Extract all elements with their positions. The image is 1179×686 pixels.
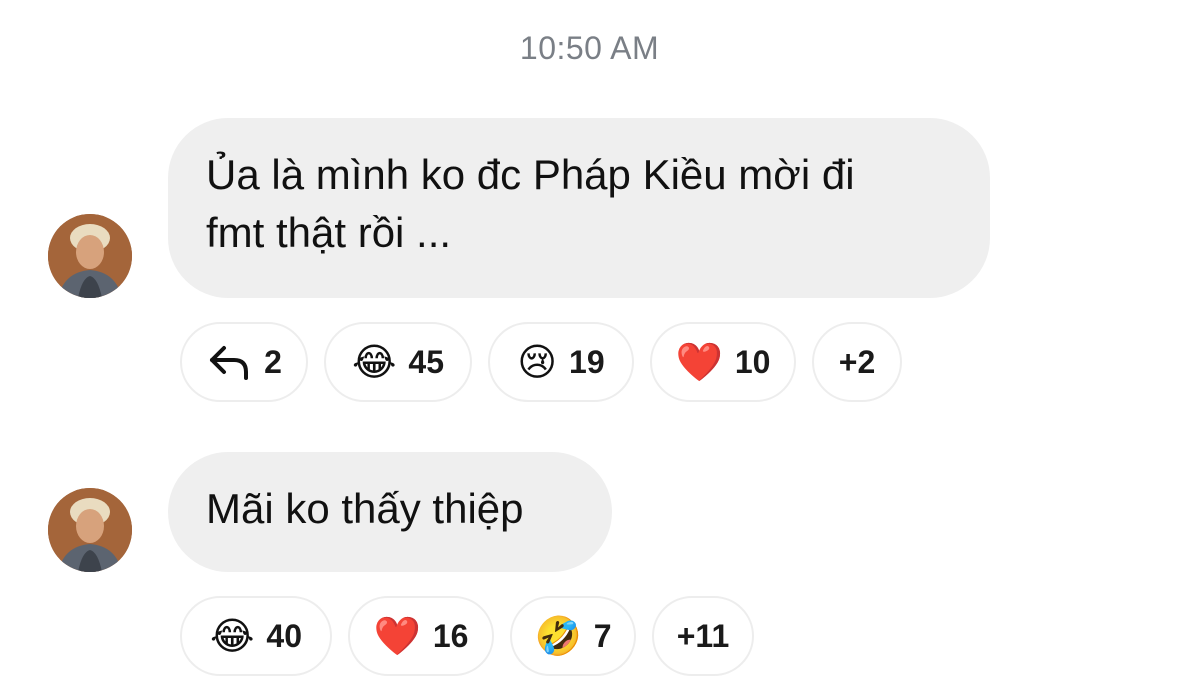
reaction-count: 10	[734, 343, 771, 380]
face-with-tears-of-joy-icon: 😂	[210, 614, 255, 658]
rolling-on-floor-laughing-icon: 🤣	[534, 614, 582, 658]
message-bubble[interactable]: Mãi ko thấy thiệp	[168, 452, 612, 572]
reply-button[interactable]: 2	[180, 322, 308, 402]
reaction-chip[interactable]: 😂 40	[180, 596, 332, 676]
reaction-chip[interactable]: ❤️ 16	[348, 596, 494, 676]
reaction-count: 16	[432, 617, 469, 654]
sender-avatar[interactable]	[48, 214, 132, 298]
message-text-line: Ủa là mình ko đc Pháp Kiều mời đi	[206, 151, 855, 198]
avatar-image	[48, 214, 132, 298]
reply-count: 2	[264, 343, 282, 380]
more-reactions-button[interactable]: +11	[652, 596, 754, 676]
red-heart-icon: ❤️	[675, 340, 723, 384]
face-with-tears-of-joy-icon: 😂	[352, 340, 397, 384]
red-heart-icon: ❤️	[373, 614, 421, 658]
message-bubble[interactable]: Ủa là mình ko đc Pháp Kiều mời đi fmt th…	[168, 118, 990, 298]
reaction-count: 19	[569, 343, 605, 380]
message-timestamp: 10:50 AM	[519, 30, 660, 66]
reply-arrow-icon	[206, 342, 252, 382]
reaction-chip[interactable]: ❤️ 10	[650, 322, 796, 402]
reaction-count: 7	[593, 617, 612, 654]
more-reactions-button[interactable]: +2	[812, 322, 902, 402]
more-reactions-count: +11	[676, 617, 730, 654]
more-reactions-count: +2	[838, 343, 876, 380]
message-text-line: Mãi ko thấy thiệp	[206, 485, 524, 532]
reaction-bar: 2 😂 45 😢 19 ❤️ 10 +2	[180, 322, 902, 402]
reaction-count: 40	[266, 617, 302, 654]
sender-avatar[interactable]	[48, 488, 132, 572]
reaction-chip[interactable]: 😂 45	[324, 322, 472, 402]
reaction-chip[interactable]: 😢 19	[488, 322, 634, 402]
reaction-chip[interactable]: 🤣 7	[510, 596, 636, 676]
avatar-image	[48, 488, 132, 572]
reaction-count: 45	[408, 343, 444, 380]
reaction-bar: 😂 40 ❤️ 16 🤣 7 +11	[180, 596, 754, 676]
crying-face-icon: 😢	[517, 340, 558, 384]
message-text-line: fmt thật rồi ...	[206, 209, 452, 256]
